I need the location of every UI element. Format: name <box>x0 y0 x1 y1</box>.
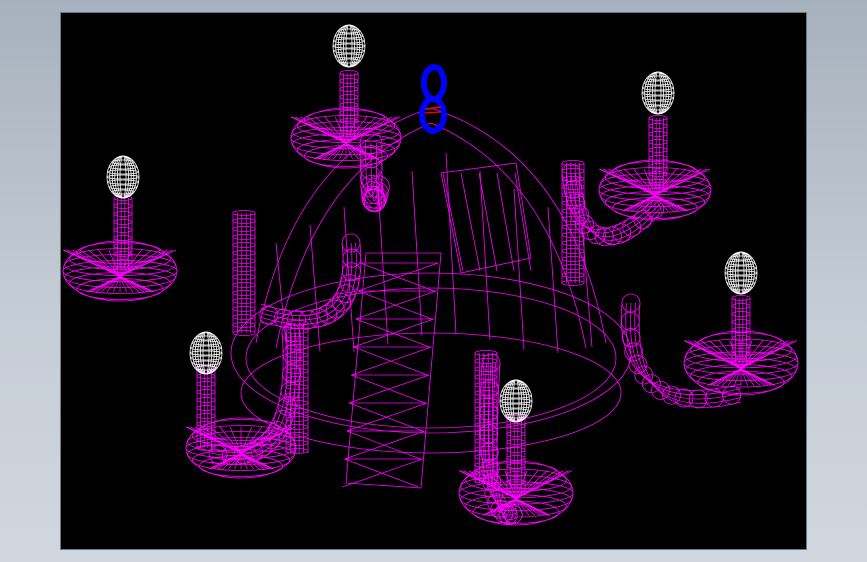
candle-cup <box>598 159 712 221</box>
bottom-loop <box>419 96 447 134</box>
candle-flame <box>106 155 140 199</box>
chandelier-wireframe <box>62 24 799 526</box>
candle-stem <box>339 70 359 140</box>
chandelier-body <box>62 70 799 526</box>
candle-flame <box>641 71 675 115</box>
top-loop <box>421 64 447 102</box>
arm-left <box>259 233 362 330</box>
ring-detail <box>425 106 442 110</box>
cad-viewport[interactable] <box>61 13 806 549</box>
ring-detail <box>424 111 442 114</box>
candle-cup <box>62 240 178 302</box>
candle-flame <box>189 331 223 375</box>
candle-flame <box>332 24 366 68</box>
candle-flame <box>724 251 758 295</box>
candle-cup <box>290 107 402 169</box>
pillar-tube <box>232 210 256 336</box>
hanging-ring <box>419 64 447 134</box>
candle-cup <box>458 460 574 526</box>
candle-cup <box>185 417 297 479</box>
candle-stem <box>648 115 668 193</box>
arm-right <box>620 293 742 409</box>
candle-stem <box>196 365 216 451</box>
